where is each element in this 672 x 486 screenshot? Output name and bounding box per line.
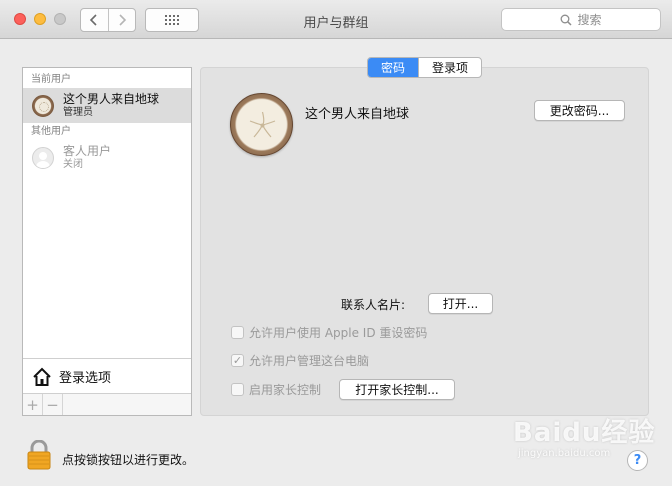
window-toolbar: 用户与群组 搜索: [0, 0, 672, 39]
lock-icon[interactable]: [26, 439, 52, 474]
sidebar-footer: + −: [23, 393, 191, 415]
change-password-button[interactable]: 更改密码...: [534, 100, 625, 121]
tab-password[interactable]: 密码: [368, 58, 418, 77]
contact-card-label: 联系人名片:: [341, 298, 406, 312]
lock-instruction-text: 点按锁按钮以进行更改。: [62, 453, 195, 467]
add-user-button[interactable]: +: [23, 394, 43, 415]
allow-admin-label: 允许用户管理这台电脑: [249, 354, 370, 368]
house-icon: [33, 367, 51, 386]
user-row-guest[interactable]: 客人用户 关闭: [23, 140, 191, 175]
help-button[interactable]: ?: [627, 450, 648, 471]
appleid-reset-checkbox[interactable]: [231, 326, 244, 339]
sand-dollar-icon: [249, 111, 276, 138]
tab-login-items[interactable]: 登录项: [418, 58, 481, 77]
search-input[interactable]: 搜索: [501, 8, 661, 31]
checkbox-row-parental[interactable]: 启用家长控制: [231, 381, 321, 398]
open-contact-card-button[interactable]: 打开...: [428, 293, 493, 314]
appleid-reset-label: 允许用户使用 Apple ID 重设密码: [249, 326, 428, 340]
user-picture[interactable]: [230, 93, 293, 156]
login-options-item[interactable]: 登录选项: [23, 358, 191, 394]
user-name: 这个男人来自地球: [63, 91, 160, 106]
search-icon: [561, 14, 573, 26]
checkbox-row-appleid[interactable]: 允许用户使用 Apple ID 重设密码: [231, 324, 427, 341]
tab-bar: 密码 登录项: [367, 57, 482, 78]
login-options-label: 登录选项: [59, 371, 112, 386]
other-users-header: 其他用户: [31, 126, 71, 137]
watermark-url: jingyan.baidu.com: [518, 448, 611, 459]
account-name: 这个男人来自地球: [305, 107, 410, 122]
watermark-logo: Baidu经验: [513, 418, 656, 448]
current-users-header: 当前用户: [31, 74, 71, 85]
checkbox-row-admin[interactable]: ✓ 允许用户管理这台电脑: [231, 352, 369, 369]
remove-user-button[interactable]: −: [43, 394, 63, 415]
user-row-current[interactable]: 这个男人来自地球 管理员: [23, 88, 191, 123]
parental-controls-checkbox[interactable]: [231, 383, 244, 396]
guest-user-status: 关闭: [63, 158, 83, 170]
open-parental-controls-button[interactable]: 打开家长控制...: [339, 379, 455, 400]
parental-controls-label: 启用家长控制: [249, 383, 322, 397]
guest-user-name: 客人用户: [63, 143, 112, 158]
allow-admin-checkbox[interactable]: ✓: [231, 354, 244, 367]
avatar: [32, 94, 54, 117]
guest-avatar-icon: [32, 146, 54, 169]
user-list-sidebar: 当前用户 这个男人来自地球 管理员 其他用户 客人用户 关闭 登录选项 + −: [22, 67, 192, 416]
user-role: 管理员: [63, 106, 93, 118]
search-placeholder: 搜索: [577, 13, 602, 27]
